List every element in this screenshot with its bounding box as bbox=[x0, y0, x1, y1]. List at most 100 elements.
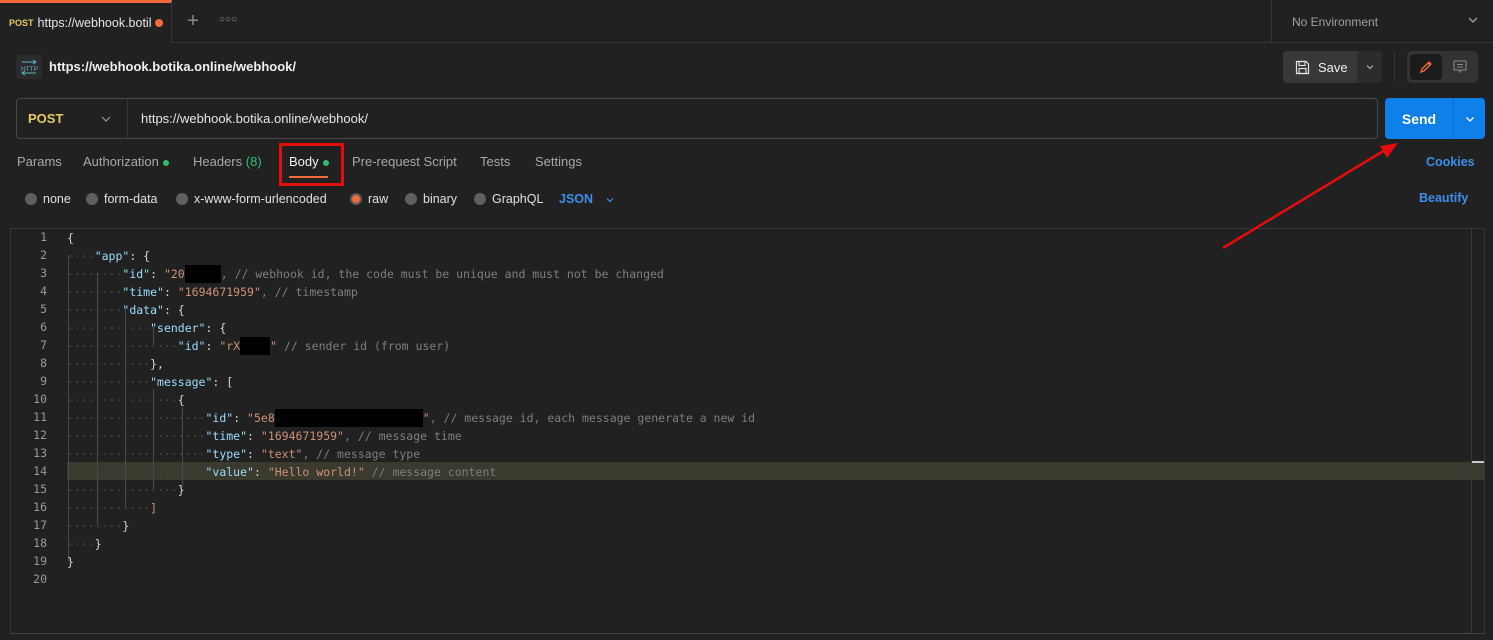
tab-tests[interactable]: Tests bbox=[480, 154, 510, 169]
code-line-7: ················"id": "rX " // sender id … bbox=[67, 337, 451, 355]
editor-scrollbar[interactable] bbox=[1471, 229, 1484, 633]
code-line-17: ········} bbox=[67, 519, 130, 533]
request-tab-title: https://webhook.botil bbox=[37, 16, 152, 30]
send-options-button[interactable] bbox=[1453, 98, 1485, 139]
radio-raw[interactable]: raw bbox=[350, 192, 388, 206]
environment-label: No Environment bbox=[1292, 14, 1379, 29]
radio-binary[interactable]: binary bbox=[405, 192, 457, 206]
tab-label: Settings bbox=[535, 154, 582, 169]
radio-form-data[interactable]: form-data bbox=[86, 192, 158, 206]
tab-params[interactable]: Params bbox=[17, 154, 62, 169]
code-line-9: ············"message": [ bbox=[67, 375, 234, 389]
radio-selected-icon bbox=[350, 193, 362, 205]
line-number: 7 bbox=[40, 338, 47, 352]
radio-graphql[interactable]: GraphQL bbox=[474, 192, 543, 206]
view-mode-toggle bbox=[1407, 51, 1478, 83]
line-number: 10 bbox=[33, 392, 47, 406]
status-dot-icon bbox=[162, 159, 169, 166]
code-line-16: ············] bbox=[67, 501, 158, 515]
url-input[interactable]: https://webhook.botika.online/webhook/ bbox=[141, 111, 368, 126]
send-button[interactable]: Send bbox=[1385, 98, 1453, 139]
tab-label: Tests bbox=[480, 154, 511, 169]
request-tab[interactable]: POST https://webhook.botil bbox=[0, 0, 172, 43]
radio-icon bbox=[25, 193, 37, 205]
radio-label: GraphQL bbox=[492, 192, 544, 206]
line-number: 14 bbox=[33, 464, 47, 478]
line-number-gutter: 1 2 3 4 5 6 7 8 9 10 11 12 13 14 15 16 17 18 19 20 bbox=[11, 229, 61, 633]
request-name[interactable]: https://webhook.botika.online/webhook/ bbox=[49, 59, 296, 74]
code-line-15: ················} bbox=[67, 483, 185, 497]
chevron-down-icon bbox=[1468, 17, 1478, 23]
save-options-button[interactable] bbox=[1357, 51, 1382, 83]
line-number: 12 bbox=[33, 428, 47, 442]
unsaved-changes-dot-icon bbox=[154, 19, 163, 27]
comment-icon bbox=[1453, 60, 1467, 74]
save-button[interactable]: Save bbox=[1283, 51, 1357, 83]
edit-mode-button[interactable] bbox=[1410, 54, 1442, 80]
method-select[interactable]: POST bbox=[17, 99, 128, 138]
beautify-link[interactable]: Beautify bbox=[1419, 191, 1468, 205]
radio-icon bbox=[176, 193, 188, 205]
code-line-11: ····················"id": "5e8 ", // mess… bbox=[67, 409, 756, 427]
radio-x-www-form-urlencoded[interactable]: x-www-form-urlencoded bbox=[176, 192, 327, 206]
chevron-down-icon bbox=[101, 116, 111, 122]
line-number: 8 bbox=[40, 356, 47, 370]
raw-format-select[interactable]: JSON bbox=[559, 192, 593, 206]
code-line-13: ····················"type": "text", // m… bbox=[67, 447, 421, 461]
line-number: 11 bbox=[33, 410, 47, 424]
code-line-19: } bbox=[67, 555, 74, 569]
method-value: POST bbox=[28, 111, 64, 126]
code-line-10: ················{ bbox=[67, 393, 185, 407]
comment-mode-button[interactable] bbox=[1445, 54, 1475, 80]
redacted-value bbox=[274, 409, 423, 427]
request-tab-method: POST bbox=[9, 18, 34, 28]
tab-label: Params bbox=[17, 154, 62, 169]
radio-icon bbox=[86, 193, 98, 205]
environment-selector[interactable]: No Environment bbox=[1271, 0, 1493, 43]
code-line-12: ····················"time": "1694671959"… bbox=[67, 429, 462, 443]
chevron-down-icon bbox=[1366, 65, 1373, 70]
headers-count: (8) bbox=[245, 154, 262, 169]
tab-label: Authorization bbox=[83, 154, 159, 169]
radio-none[interactable]: none bbox=[25, 192, 71, 206]
chevron-down-icon bbox=[1465, 116, 1474, 122]
cookies-link[interactable]: Cookies bbox=[1426, 155, 1475, 169]
divider bbox=[1394, 52, 1395, 82]
line-number: 20 bbox=[33, 572, 47, 586]
line-number: 9 bbox=[40, 374, 47, 388]
tab-pre-request-script[interactable]: Pre-request Script bbox=[352, 154, 457, 169]
line-number: 6 bbox=[40, 320, 47, 334]
code-line-5: ········"data": { bbox=[67, 303, 185, 317]
url-bar: POST https://webhook.botika.online/webho… bbox=[16, 98, 1378, 139]
scrollbar-cursor-marker bbox=[1472, 461, 1484, 463]
code-line-14: ····················"value": "Hello worl… bbox=[67, 465, 497, 479]
code-line-2: ····"app": { bbox=[67, 249, 151, 263]
tab-authorization[interactable]: Authorization bbox=[83, 154, 169, 169]
tab-settings[interactable]: Settings bbox=[535, 154, 582, 169]
code-editor[interactable]: 1 2 3 4 5 6 7 8 9 10 11 12 13 14 15 16 17 18 19 20 { ····"a… bbox=[10, 228, 1485, 634]
code-line-18: ····} bbox=[67, 537, 102, 551]
tab-label: Headers bbox=[193, 154, 243, 169]
tab-label: Pre-request Script bbox=[352, 154, 457, 169]
radio-label: form-data bbox=[104, 192, 158, 206]
chevron-down-icon[interactable] bbox=[605, 195, 615, 205]
line-number: 1 bbox=[40, 230, 47, 244]
line-number: 16 bbox=[33, 500, 47, 514]
tab-headers[interactable]: Headers (8) bbox=[193, 154, 262, 169]
redacted-value bbox=[240, 337, 271, 355]
save-icon bbox=[1295, 60, 1310, 74]
pencil-icon bbox=[1419, 61, 1432, 74]
radio-icon bbox=[405, 193, 417, 205]
line-number: 15 bbox=[33, 482, 47, 496]
radio-icon bbox=[474, 193, 486, 205]
ellipsis-icon[interactable]: ○○○ bbox=[219, 14, 237, 25]
line-number: 18 bbox=[33, 536, 47, 550]
plus-icon[interactable]: + bbox=[183, 11, 203, 32]
code-line-3: ········"id": "20, // webhook id, the co… bbox=[67, 265, 664, 283]
radio-label: none bbox=[43, 192, 71, 206]
line-number: 17 bbox=[33, 518, 47, 532]
annotation-highlight-box bbox=[279, 143, 344, 186]
redacted-value bbox=[184, 265, 221, 283]
line-number: 3 bbox=[40, 266, 47, 280]
radio-label: x-www-form-urlencoded bbox=[194, 192, 327, 206]
